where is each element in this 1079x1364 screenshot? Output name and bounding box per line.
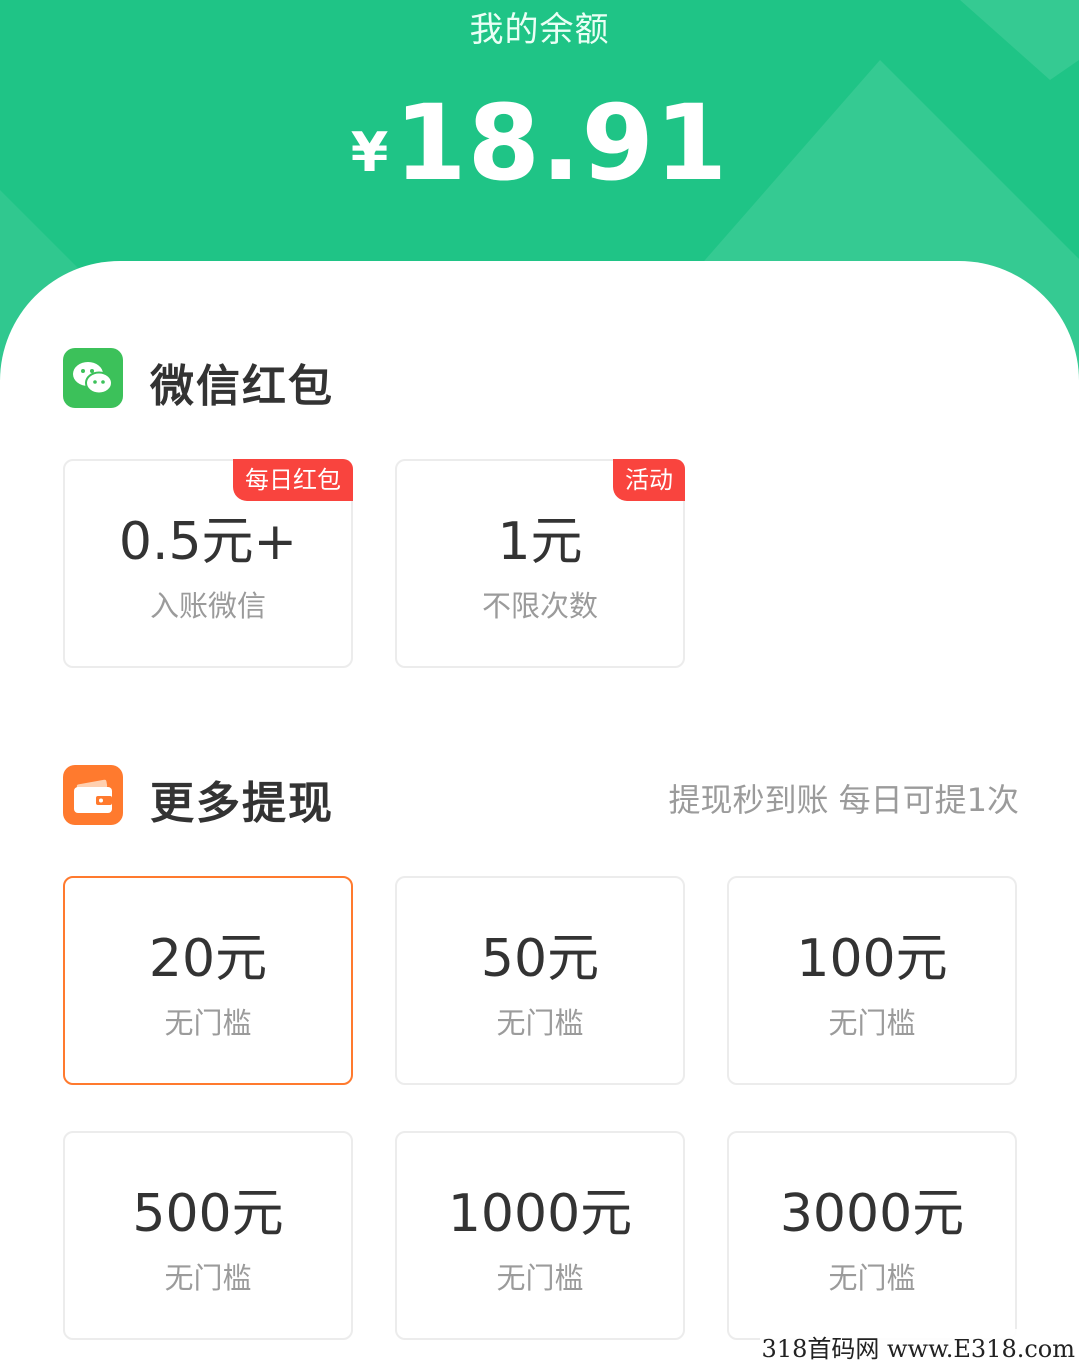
option-amount: 500元 — [132, 1184, 284, 1244]
wechat-icon — [63, 348, 123, 408]
withdraw-option-card[interactable]: 20元 无门槛 — [63, 876, 353, 1085]
option-amount: 20元 — [148, 929, 268, 989]
option-subtitle: 不限次数 — [481, 589, 598, 623]
option-subtitle: 无门槛 — [496, 1006, 584, 1040]
option-amount: 1元 — [497, 512, 583, 572]
option-amount: 1000元 — [447, 1184, 633, 1244]
option-subtitle: 无门槛 — [828, 1261, 916, 1295]
wechat-option-card[interactable]: 每日红包 0.5元+ 入账微信 — [63, 459, 353, 668]
currency-symbol: ¥ — [350, 121, 389, 184]
option-subtitle: 无门槛 — [164, 1006, 252, 1040]
wechat-option-card[interactable]: 活动 1元 不限次数 — [395, 459, 685, 668]
option-amount: 0.5元+ — [118, 512, 298, 572]
page-title: 我的余额 — [469, 10, 610, 50]
withdraw-option-card[interactable]: 100元 无门槛 — [727, 876, 1017, 1085]
option-subtitle: 入账微信 — [149, 589, 266, 623]
more-withdraw-title: 更多提现 — [150, 778, 334, 829]
withdraw-option-card[interactable]: 50元 无门槛 — [395, 876, 685, 1085]
wechat-section-title: 微信红包 — [150, 361, 334, 412]
option-subtitle: 无门槛 — [828, 1006, 916, 1040]
withdraw-option-card[interactable]: 1000元 无门槛 — [395, 1131, 685, 1340]
activity-badge: 活动 — [613, 459, 685, 501]
option-amount: 3000元 — [779, 1184, 965, 1244]
site-watermark: 318首码网 www.E318.com — [759, 1329, 1077, 1364]
withdraw-note: 提现秒到账 每日可提1次 — [668, 781, 1019, 819]
wallet-icon — [63, 765, 123, 825]
withdraw-option-card[interactable]: 500元 无门槛 — [63, 1131, 353, 1340]
balance-value: 18.91 — [394, 82, 729, 204]
withdraw-option-card[interactable]: 3000元 无门槛 — [727, 1131, 1017, 1340]
option-subtitle: 无门槛 — [496, 1261, 584, 1295]
option-amount: 50元 — [480, 929, 600, 989]
daily-redpacket-badge: 每日红包 — [233, 459, 353, 501]
balance-amount: ¥18.91 — [0, 82, 1079, 204]
option-amount: 100元 — [796, 929, 948, 989]
option-subtitle: 无门槛 — [164, 1261, 252, 1295]
